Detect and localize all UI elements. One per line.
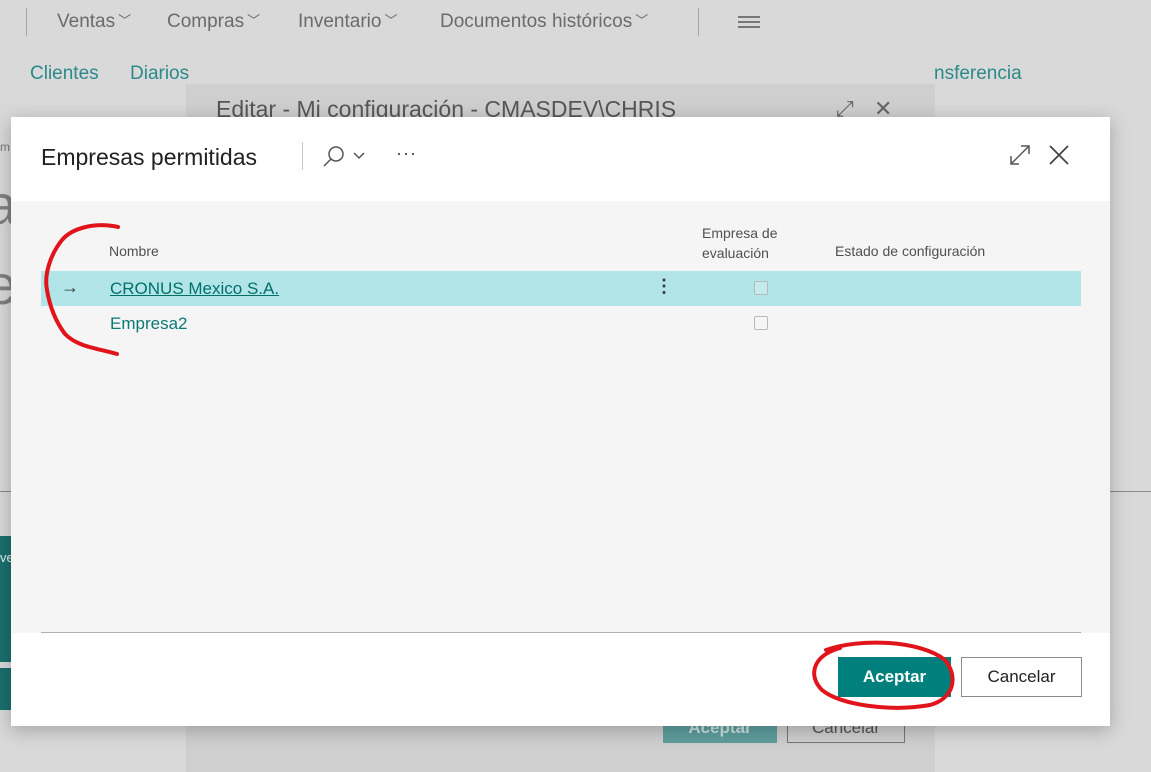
chevron-down-icon: ﹀ bbox=[118, 13, 132, 28]
background-breadcrumb: m bbox=[0, 140, 10, 154]
companies-dialog: Empresas permitidas ··· Nombre Empresa d… bbox=[11, 117, 1110, 726]
nav-item-compras[interactable]: Compras ﹀ bbox=[167, 11, 260, 33]
dialog-header: Empresas permitidas ··· bbox=[11, 117, 1110, 201]
header-divider bbox=[302, 142, 303, 170]
search-button[interactable] bbox=[317, 142, 373, 172]
background-tile bbox=[0, 668, 11, 710]
hamburger-icon[interactable] bbox=[738, 16, 760, 28]
close-icon[interactable] bbox=[1047, 143, 1071, 167]
company-name-link[interactable]: CRONUS Mexico S.A. bbox=[110, 279, 279, 299]
cancel-button[interactable]: Cancelar bbox=[961, 657, 1082, 697]
quick-link-diarios[interactable]: Diarios bbox=[130, 63, 189, 85]
arrow-right-icon: → bbox=[61, 277, 79, 297]
column-header-setup-status[interactable]: Estado de configuración bbox=[835, 241, 985, 261]
column-header-name[interactable]: Nombre bbox=[109, 241, 159, 261]
nav-separator bbox=[698, 8, 699, 36]
quick-link-clientes[interactable]: Clientes bbox=[30, 63, 99, 85]
more-icon[interactable]: ··· bbox=[396, 143, 417, 164]
nav-separator bbox=[26, 8, 27, 36]
quick-link-transferencia[interactable]: nsferencia bbox=[934, 63, 1022, 85]
ok-button[interactable]: Aceptar bbox=[838, 657, 951, 697]
search-icon bbox=[323, 146, 365, 167]
evaluation-checkbox[interactable] bbox=[754, 281, 768, 295]
chevron-down-icon: ﹀ bbox=[384, 13, 398, 28]
column-header-evaluation-line2: evaluación bbox=[702, 245, 769, 261]
table-row[interactable]: → CRONUS Mexico S.A. ⋮ bbox=[41, 271, 1081, 306]
chevron-down-icon: ﹀ bbox=[247, 13, 261, 28]
footer-divider bbox=[41, 632, 1081, 633]
kebab-icon[interactable]: ⋮ bbox=[655, 276, 673, 297]
dialog-title: Empresas permitidas bbox=[41, 144, 258, 170]
nav-item-ventas[interactable]: Ventas ﹀ bbox=[57, 11, 131, 33]
background-nav: Ventas ﹀ Compras ﹀ Inventario ﹀ Documentos … bbox=[0, 0, 1151, 44]
evaluation-checkbox[interactable] bbox=[754, 316, 768, 330]
column-header-evaluation[interactable]: Empresa de evaluación bbox=[702, 223, 777, 263]
company-name-link[interactable]: Empresa2 bbox=[110, 314, 187, 334]
expand-icon[interactable] bbox=[1008, 143, 1032, 167]
column-header-evaluation-line1: Empresa de bbox=[702, 225, 778, 241]
nav-item-inventario[interactable]: Inventario ﹀ bbox=[298, 11, 397, 33]
table-row[interactable]: Empresa2 bbox=[41, 306, 1081, 341]
chevron-down-icon: ﹀ bbox=[635, 13, 649, 28]
nav-item-documentos[interactable]: Documentos históricos ﹀ bbox=[440, 11, 648, 33]
